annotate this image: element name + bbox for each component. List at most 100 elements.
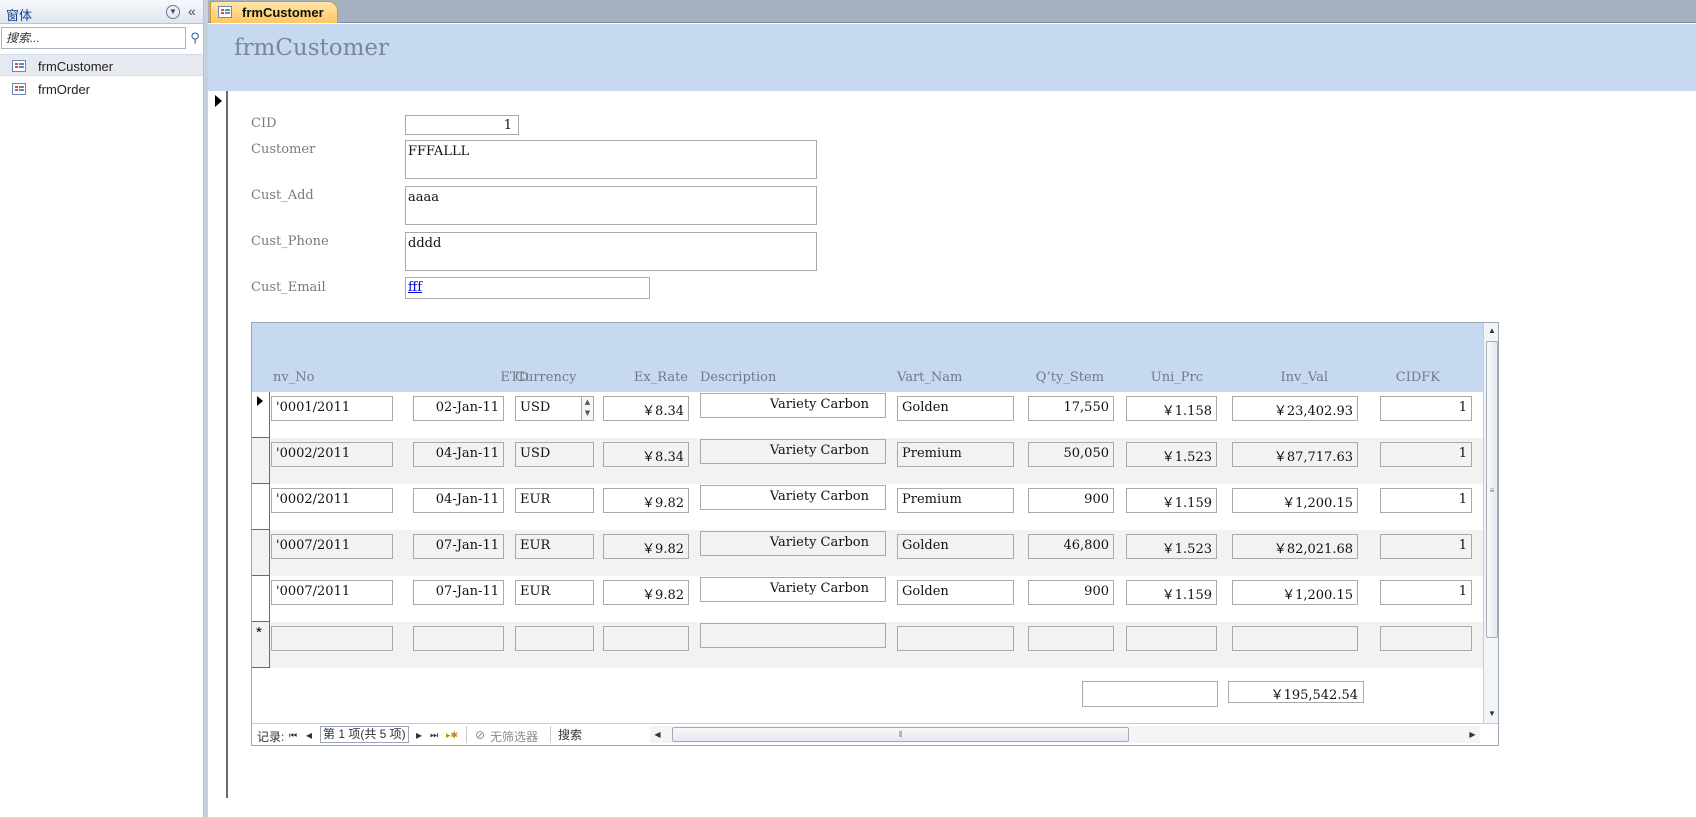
cell-currency[interactable]: EUR [515, 488, 594, 513]
cell-cidfk[interactable]: 1 [1380, 534, 1472, 559]
record-search-input[interactable] [556, 725, 626, 744]
cell-etd[interactable] [413, 626, 504, 651]
cell-qty-stem[interactable] [1028, 626, 1114, 651]
next-record-button[interactable]: ▸ [416, 728, 422, 742]
vertical-scrollbar[interactable]: ▲ ≡ ▼ [1483, 323, 1498, 723]
cell-etd[interactable]: 07-Jan-11 [413, 580, 504, 605]
cell-description[interactable]: Variety Carbon [700, 393, 886, 418]
cell-cidfk[interactable]: 1 [1380, 442, 1472, 467]
cell-qty-stem[interactable]: 46,800 [1028, 534, 1114, 559]
nav-item-frmcustomer[interactable]: frmCustomer [0, 54, 203, 76]
cell-inv-val[interactable]: ￥87,717.63 [1232, 442, 1358, 467]
filter-icon[interactable]: ⊘ [475, 728, 485, 742]
cell-uni-prc[interactable]: ￥1.523 [1126, 534, 1217, 559]
chevron-down-icon[interactable]: ▼ [166, 5, 180, 19]
cell-cidfk[interactable] [1380, 626, 1472, 651]
cell-inv-no[interactable] [271, 626, 393, 651]
cell-currency[interactable]: EUR [515, 534, 594, 559]
row-selector[interactable] [252, 576, 270, 622]
cell-ex-rate[interactable] [603, 626, 689, 651]
cell-currency[interactable]: EUR [515, 580, 594, 605]
vertical-scroll-thumb[interactable]: ≡ [1486, 341, 1498, 638]
row-selector[interactable] [252, 484, 270, 530]
cell-etd[interactable]: 02-Jan-11 [413, 396, 504, 421]
cell-cidfk[interactable]: 1 [1380, 488, 1472, 513]
cell-description[interactable]: Variety Carbon [700, 439, 886, 464]
cust-phone-field[interactable]: dddd [405, 232, 817, 271]
cell-cidfk[interactable]: 1 [1380, 580, 1472, 605]
cell-inv-no[interactable]: '0001/2011 [271, 396, 393, 421]
cell-inv-val[interactable]: ￥82,021.68 [1232, 534, 1358, 559]
first-record-button[interactable]: ⏮ [289, 730, 297, 741]
cell-qty-stem[interactable]: 900 [1028, 488, 1114, 513]
new-record-button[interactable]: ▸✱ [446, 730, 458, 741]
cell-inv-no[interactable]: '0002/2011 [271, 442, 393, 467]
collapse-icon[interactable]: « [188, 3, 196, 19]
nav-search-input[interactable] [2, 28, 185, 48]
table-row[interactable]: '0002/2011 04-Jan-11 EUR ￥9.82 Variety Carbo… [252, 484, 1483, 530]
cell-ex-rate[interactable]: ￥8.34 [603, 396, 689, 421]
row-selector[interactable] [252, 438, 270, 484]
cell-uni-prc[interactable]: ￥1.159 [1126, 580, 1217, 605]
cell-qty-stem[interactable]: 17,550 [1028, 396, 1114, 421]
cell-vart-nam[interactable]: Golden [897, 396, 1014, 421]
main-record-selector[interactable] [208, 91, 228, 798]
spinner-icon[interactable]: ▲ ▼ [581, 397, 593, 420]
footer-total-field-empty[interactable] [1082, 681, 1218, 707]
cid-field[interactable]: 1 [405, 115, 519, 135]
cell-currency[interactable] [515, 626, 594, 651]
cell-uni-prc[interactable]: ￥1.158 [1126, 396, 1217, 421]
table-row[interactable]: '0001/2011 02-Jan-11 USD ▲ ▼ ￥8.34 Variety Car… [252, 392, 1483, 438]
cell-uni-prc[interactable]: ￥1.159 [1126, 488, 1217, 513]
table-row[interactable]: '0007/2011 07-Jan-11 EUR ￥9.82 Variety Carbo… [252, 576, 1483, 622]
cell-ex-rate[interactable]: ￥9.82 [603, 488, 689, 513]
cell-inv-val[interactable] [1232, 626, 1358, 651]
cell-ex-rate[interactable]: ￥9.82 [603, 580, 689, 605]
no-filter-label[interactable]: 无筛选器 [490, 728, 538, 745]
cell-ex-rate[interactable]: ￥8.34 [603, 442, 689, 467]
cell-uni-prc[interactable]: ￥1.523 [1126, 442, 1217, 467]
row-selector[interactable] [252, 530, 270, 576]
cell-etd[interactable]: 04-Jan-11 [413, 488, 504, 513]
prev-record-button[interactable]: ◂ [306, 728, 312, 742]
cell-qty-stem[interactable]: 900 [1028, 580, 1114, 605]
row-selector[interactable] [252, 392, 270, 438]
search-icon[interactable]: ⚲ [187, 28, 203, 48]
cell-etd[interactable]: 07-Jan-11 [413, 534, 504, 559]
cell-vart-nam[interactable] [897, 626, 1014, 651]
cell-inv-val[interactable]: ￥1,200.15 [1232, 488, 1358, 513]
cell-vart-nam[interactable]: Golden [897, 580, 1014, 605]
cell-description[interactable]: Variety Carbon [700, 485, 886, 510]
nav-item-frmorder[interactable]: frmOrder [0, 78, 203, 100]
cell-currency[interactable]: USD [515, 442, 594, 467]
tab-frmcustomer[interactable]: frmCustomer [210, 1, 338, 23]
cell-etd[interactable]: 04-Jan-11 [413, 442, 504, 467]
new-record-row[interactable]: * [252, 622, 1483, 668]
cell-inv-no[interactable]: '0002/2011 [271, 488, 393, 513]
cell-vart-nam[interactable]: Premium [897, 488, 1014, 513]
horizontal-scrollbar[interactable]: ◀ ⦀ ▶ [650, 726, 1480, 743]
cell-description[interactable] [700, 623, 886, 648]
cell-ex-rate[interactable]: ￥9.82 [603, 534, 689, 559]
cell-qty-stem[interactable]: 50,050 [1028, 442, 1114, 467]
customer-field[interactable]: FFFALLL [405, 140, 817, 179]
scroll-right-icon[interactable]: ▶ [1465, 726, 1480, 743]
cell-inv-no[interactable]: '0007/2011 [271, 580, 393, 605]
cell-cidfk[interactable]: 1 [1380, 396, 1472, 421]
nav-search-box[interactable] [1, 27, 186, 49]
scroll-down-icon[interactable]: ▼ [1485, 707, 1498, 721]
cell-description[interactable]: Variety Carbon [700, 577, 886, 602]
scroll-left-icon[interactable]: ◀ [650, 726, 665, 743]
table-row[interactable]: '0002/2011 04-Jan-11 USD ￥8.34 Variety Carbo… [252, 438, 1483, 484]
scroll-up-icon[interactable]: ▲ [1485, 324, 1498, 338]
cust-add-field[interactable]: aaaa [405, 186, 817, 225]
cell-inv-val[interactable]: ￥23,402.93 [1232, 396, 1358, 421]
cust-email-link[interactable]: fff [408, 280, 422, 295]
horizontal-scroll-thumb[interactable]: ⦀ [672, 727, 1129, 742]
record-position-input[interactable]: 第 1 项(共 5 项) [320, 726, 409, 743]
cell-currency[interactable]: USD ▲ ▼ [515, 396, 594, 421]
cell-inv-no[interactable]: '0007/2011 [271, 534, 393, 559]
last-record-button[interactable]: ⏭ [430, 730, 438, 741]
cell-vart-nam[interactable]: Premium [897, 442, 1014, 467]
nav-pane-title[interactable]: 窗体 [6, 5, 32, 24]
